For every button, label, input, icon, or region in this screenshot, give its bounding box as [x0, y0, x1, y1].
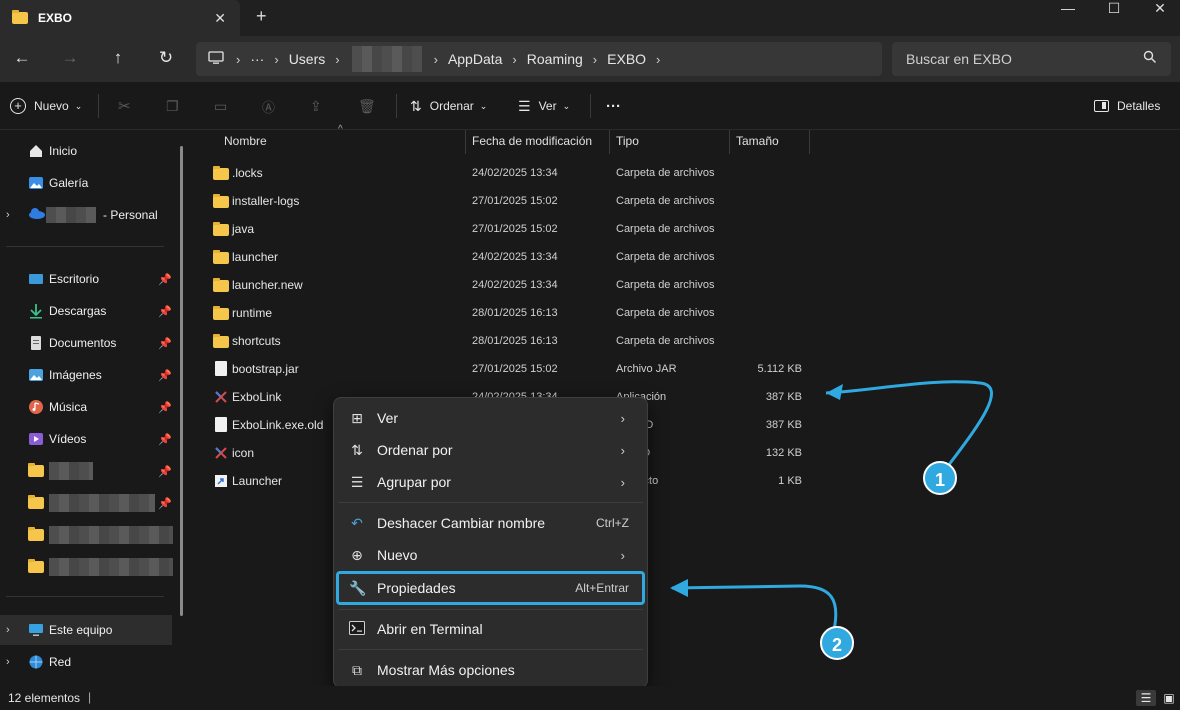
- menu-divider: [338, 502, 643, 503]
- plus-circle-icon: ⊕: [351, 547, 363, 563]
- chevron-right-icon: ›: [620, 442, 625, 458]
- status-bar: 12 elementos | ☰ ▣: [0, 686, 1180, 710]
- menu-item-label: Nuevo: [377, 547, 418, 563]
- menu-item-view[interactable]: ⊞ Ver ›: [338, 403, 643, 433]
- status-divider: |: [88, 690, 92, 704]
- open-external-icon: ⧉: [352, 662, 362, 678]
- menu-item-sort-by[interactable]: ⇅ Ordenar por ›: [338, 435, 643, 465]
- sort-icon: ⇅: [351, 442, 363, 458]
- menu-item-label: Propiedades: [377, 580, 456, 596]
- details-view-icon[interactable]: ☰: [1136, 690, 1156, 706]
- menu-item-properties[interactable]: 🔧 Propiedades Alt+Entrar: [336, 571, 645, 605]
- list-icon: ☰: [350, 474, 364, 490]
- menu-item-more-options[interactable]: ⧉ Mostrar Más opciones: [338, 655, 643, 685]
- annotation-badge-1: 1: [923, 461, 957, 495]
- wrench-icon: 🔧: [349, 580, 367, 596]
- menu-item-label: Deshacer Cambiar nombre: [377, 515, 546, 531]
- menu-shortcut: Alt+Entrar: [575, 581, 629, 595]
- menu-item-new[interactable]: ⊕ Nuevo ›: [338, 540, 643, 570]
- undo-icon: ↶: [351, 515, 363, 531]
- menu-item-label: Ordenar por: [377, 442, 453, 458]
- chevron-right-icon: ›: [620, 474, 625, 490]
- menu-item-undo[interactable]: ↶ Deshacer Cambiar nombre Ctrl+Z: [338, 508, 643, 538]
- chevron-right-icon: ›: [620, 410, 625, 426]
- menu-item-label: Mostrar Más opciones: [377, 662, 515, 678]
- menu-divider: [338, 649, 643, 650]
- menu-item-group-by[interactable]: ☰ Agrupar por ›: [338, 467, 643, 497]
- tiles-view-icon[interactable]: ▣: [1160, 690, 1178, 706]
- terminal-icon: [349, 621, 365, 637]
- menu-item-label: Ver: [377, 410, 399, 426]
- context-menu: ⊞ Ver › ⇅ Ordenar por › ☰ Agrupar por › …: [333, 397, 648, 688]
- chevron-right-icon: ›: [620, 547, 625, 563]
- menu-divider: [338, 609, 643, 610]
- grid-icon: ⊞: [351, 410, 363, 426]
- menu-item-label: Abrir en Terminal: [377, 621, 483, 637]
- item-count: 12 elementos: [8, 691, 81, 705]
- menu-item-terminal[interactable]: Abrir en Terminal: [338, 614, 643, 644]
- annotation-badge-2: 2: [820, 626, 854, 660]
- menu-item-label: Agrupar por: [377, 474, 451, 490]
- menu-shortcut: Ctrl+Z: [596, 516, 629, 530]
